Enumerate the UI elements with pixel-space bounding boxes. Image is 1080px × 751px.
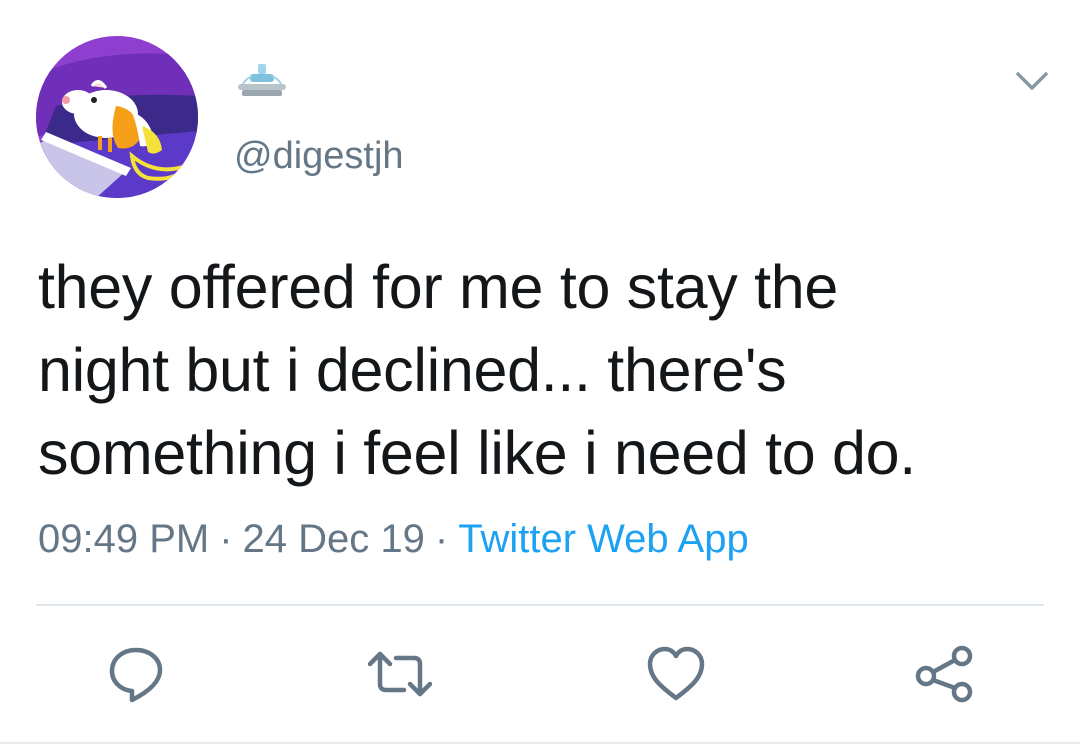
share-icon	[915, 645, 973, 703]
reply-icon	[109, 647, 163, 703]
tweet-line: something i feel like i need to do.	[38, 419, 916, 487]
share-button[interactable]	[912, 642, 976, 706]
reply-button[interactable]	[104, 642, 168, 706]
retweet-icon	[368, 651, 432, 697]
retweet-button[interactable]	[368, 642, 432, 706]
meta-separator: ·	[434, 517, 449, 561]
like-button[interactable]	[644, 642, 708, 706]
tweet-line: they offered for me to stay the	[38, 253, 838, 321]
avatar[interactable]	[36, 36, 198, 198]
tweet-line: night but i declined... there's	[38, 336, 787, 404]
tweet-meta: 09:49 PM · 24 Dec 19 · Twitter Web App	[38, 514, 749, 564]
fountain-emoji-icon	[234, 62, 290, 102]
chevron-down-icon[interactable]	[1012, 64, 1052, 100]
bottom-divider	[0, 742, 1080, 744]
heart-icon	[647, 646, 705, 701]
tweet-time: 09:49 PM	[38, 517, 210, 561]
tweet-text: they offered for me to stay the night bu…	[38, 246, 1038, 495]
tweet-date: 24 Dec 19	[242, 517, 425, 561]
meta-separator: ·	[219, 517, 233, 561]
user-handle[interactable]: @digestjh	[234, 132, 404, 180]
divider	[36, 604, 1044, 606]
tweet-source-link[interactable]: Twitter Web App	[458, 517, 749, 561]
